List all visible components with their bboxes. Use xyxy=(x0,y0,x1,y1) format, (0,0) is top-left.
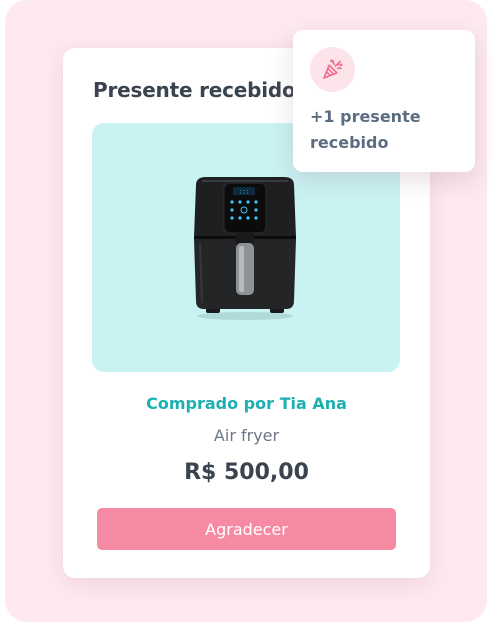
buyer-label: Comprado por Tia Ana xyxy=(146,394,347,413)
product-price: R$ 500,00 xyxy=(184,460,309,485)
gift-notification: +1 presente recebido xyxy=(293,30,475,172)
air-fryer-image: ::: xyxy=(194,177,296,320)
notification-text: +1 presente recebido xyxy=(310,107,421,152)
product-name: Air fryer xyxy=(213,426,280,445)
gift-received-screen: Presente recebido ::: Comprado por Tia A… xyxy=(0,0,495,628)
card-title: Presente recebido xyxy=(93,78,296,102)
thank-button[interactable]: Agradecer xyxy=(97,508,396,550)
svg-text::::: ::: xyxy=(239,189,250,196)
notification-icon-badge xyxy=(310,47,355,92)
party-popper-icon xyxy=(323,59,343,79)
